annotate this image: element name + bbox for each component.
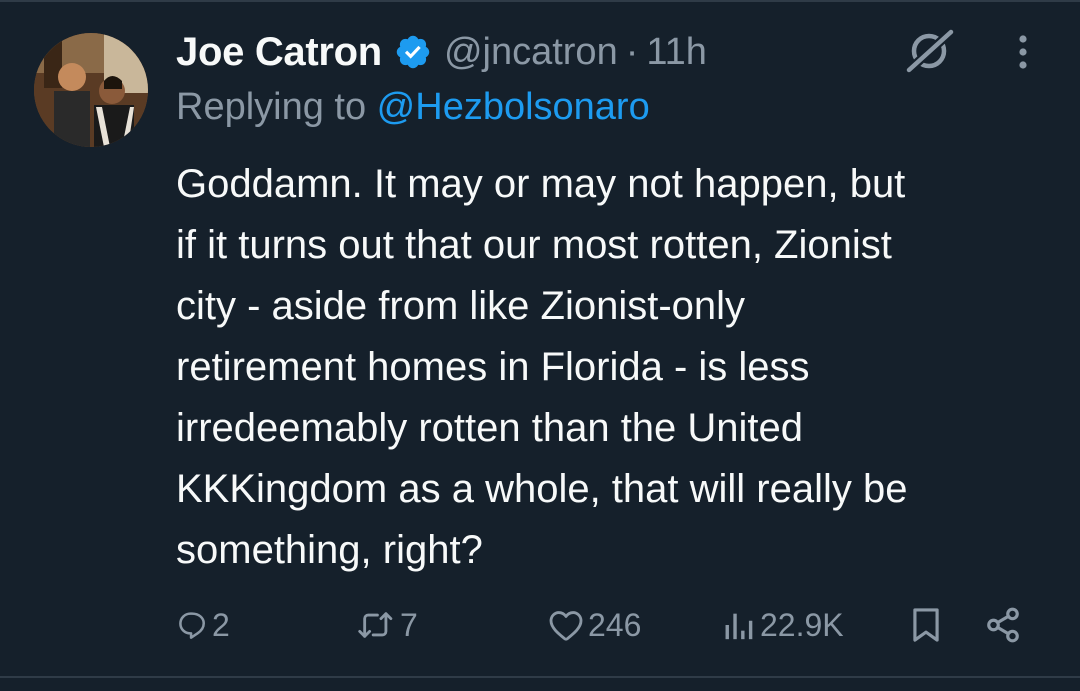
views-button[interactable]: 22.9K (722, 600, 844, 650)
top-divider (0, 0, 1080, 2)
author-handle[interactable]: @jncatron (444, 31, 618, 74)
avatar[interactable] (34, 33, 148, 147)
grok-icon[interactable] (903, 26, 957, 76)
heart-icon (548, 608, 584, 642)
reply-count: 2 (212, 606, 230, 643)
views-icon (722, 608, 756, 642)
tweet-card[interactable]: Joe Catron @jncatron · 11h Replying to @… (0, 0, 1080, 691)
action-bar: 2 7 246 22.9K (0, 600, 1080, 650)
replying-to: Replying to @Hezbolsonaro (176, 86, 650, 129)
share-icon (984, 606, 1022, 644)
repost-count: 7 (400, 606, 418, 643)
reply-icon (176, 609, 208, 641)
tweet-header: Joe Catron @jncatron · 11h (176, 24, 707, 80)
replying-to-handle[interactable]: @Hezbolsonaro (377, 86, 650, 128)
replying-to-label: Replying to (176, 86, 377, 128)
repost-icon (356, 608, 396, 642)
bookmark-button[interactable] (910, 600, 942, 650)
repost-button[interactable]: 7 (356, 600, 418, 650)
share-button[interactable] (984, 600, 1022, 650)
like-button[interactable]: 246 (548, 600, 641, 650)
verified-badge-icon (394, 33, 432, 71)
bottom-divider (0, 676, 1080, 678)
views-count: 22.9K (760, 606, 844, 643)
tweet-text: Goddamn. It may or may not happen, but i… (176, 162, 908, 572)
bookmark-icon (910, 606, 942, 644)
like-count: 246 (588, 606, 642, 643)
meta-separator: · (625, 30, 639, 73)
author-display-name[interactable]: Joe Catron (176, 30, 382, 75)
more-vertical-icon[interactable] (1005, 32, 1041, 72)
reply-button[interactable]: 2 (176, 600, 230, 650)
tweet-timestamp[interactable]: 11h (646, 31, 707, 74)
